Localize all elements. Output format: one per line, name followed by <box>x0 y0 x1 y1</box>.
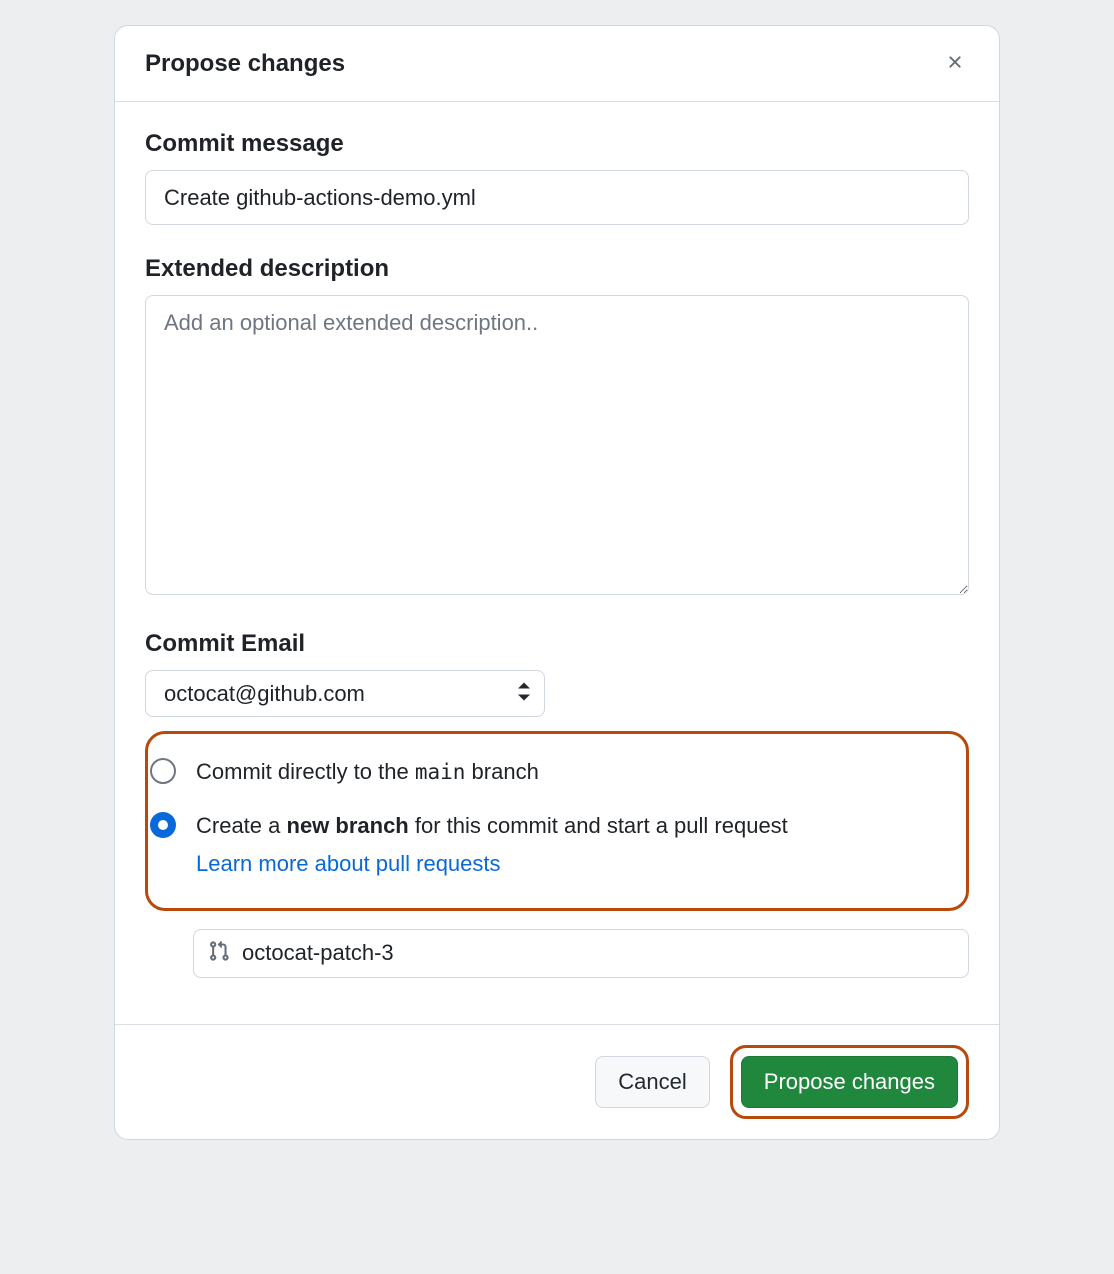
learn-more-link[interactable]: Learn more about pull requests <box>196 848 966 880</box>
close-button[interactable] <box>941 48 969 79</box>
extended-description-label: Extended description <box>145 255 969 283</box>
dialog-title: Propose changes <box>145 50 345 78</box>
commit-direct-option[interactable]: Commit directly to the main branch <box>148 752 966 792</box>
radio-unchecked-icon <box>150 758 176 784</box>
close-icon <box>945 52 965 75</box>
dialog-footer: Cancel Propose changes <box>115 1024 999 1139</box>
dialog-header: Propose changes <box>115 26 999 102</box>
commit-message-input[interactable] <box>145 170 969 225</box>
extended-description-input[interactable] <box>145 295 969 595</box>
commit-direct-label: Commit directly to the main branch <box>196 756 966 788</box>
git-pull-request-icon <box>208 940 230 967</box>
commit-email-group: Commit Email octocat@github.com <box>145 630 969 717</box>
branch-name-input[interactable] <box>242 940 954 966</box>
create-branch-option[interactable]: Create a new branch for this commit and … <box>148 806 966 884</box>
commit-email-select[interactable]: octocat@github.com <box>145 670 545 717</box>
commit-email-select-wrap: octocat@github.com <box>145 670 545 717</box>
branch-choice-region: Commit directly to the main branch Creat… <box>145 731 969 911</box>
propose-changes-button[interactable]: Propose changes <box>741 1056 958 1108</box>
extended-description-group: Extended description <box>145 255 969 600</box>
commit-message-label: Commit message <box>145 130 969 158</box>
branch-name-field[interactable] <box>193 929 969 978</box>
commit-email-label: Commit Email <box>145 630 969 658</box>
dialog-body: Commit message Extended description Comm… <box>115 102 999 1024</box>
propose-changes-dialog: Propose changes Commit message Extended … <box>114 25 1000 1140</box>
radio-checked-icon <box>150 812 176 838</box>
branch-code: main <box>415 760 466 784</box>
cancel-button[interactable]: Cancel <box>595 1056 709 1108</box>
propose-button-highlight: Propose changes <box>730 1045 969 1119</box>
commit-message-group: Commit message <box>145 130 969 225</box>
create-branch-label: Create a new branch for this commit and … <box>196 810 966 880</box>
